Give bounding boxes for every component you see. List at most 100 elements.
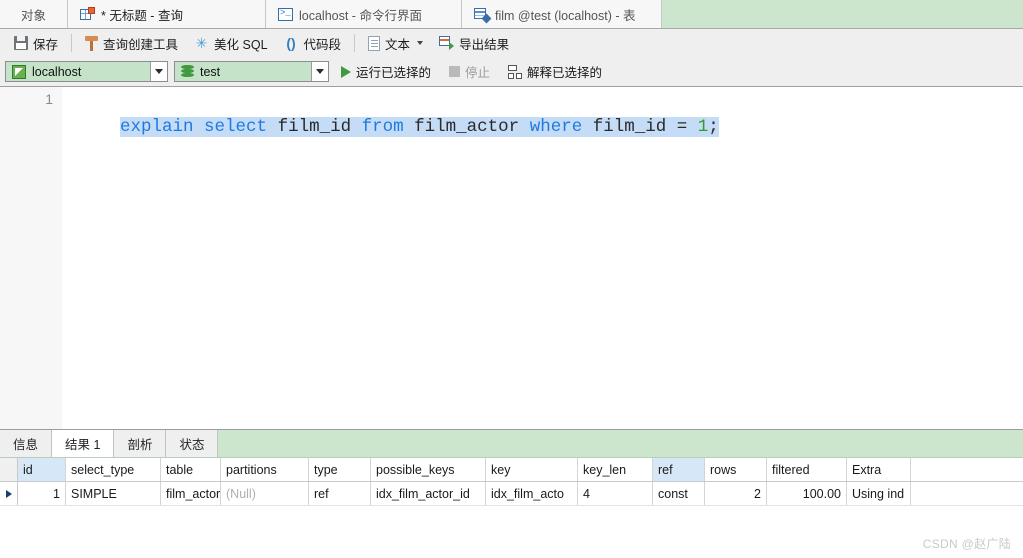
run-selected-button[interactable]: 运行已选择的	[335, 60, 437, 83]
tab-untitled-query[interactable]: * 无标题 - 查询	[68, 0, 266, 28]
result-tab-bar-empty-area	[218, 430, 1023, 457]
database-icon	[181, 64, 194, 79]
database-select[interactable]: test	[174, 61, 329, 82]
column-header-key[interactable]: key	[486, 458, 578, 481]
stop-label: 停止	[465, 66, 491, 80]
sql-token-12: film_id	[592, 117, 667, 137]
connection-select-arrow[interactable]	[150, 62, 167, 81]
sql-token-14: 1	[697, 117, 709, 137]
sql-token-9	[519, 117, 530, 137]
tab-film-table[interactable]: film @test (localhost) - 表	[462, 0, 662, 28]
tab-command-line-label: localhost - 命令行界面	[299, 8, 422, 23]
run-selected-label: 运行已选择的	[356, 66, 432, 80]
chevron-down-icon[interactable]	[417, 41, 424, 45]
row-selector[interactable]	[0, 482, 18, 505]
text-view-label: 文本	[385, 37, 411, 52]
tab-info[interactable]: 信息	[0, 430, 53, 457]
connection-select[interactable]: localhost	[5, 61, 168, 82]
editor-gutter: 1	[0, 87, 62, 429]
cell-table[interactable]: film_actor	[161, 482, 221, 505]
column-header-key_len[interactable]: key_len	[578, 458, 653, 481]
hammer-icon	[85, 35, 99, 51]
tab-result-1[interactable]: 结果 1	[52, 430, 115, 457]
result-grid-header-row: id select_type table partitions type possible…	[0, 458, 1023, 482]
table-row[interactable]: 1 SIMPLE film_actor (Null) ref idx_film_actor…	[0, 482, 1023, 506]
column-header-type[interactable]: type	[309, 458, 371, 481]
cell-filtered[interactable]: 100.00	[767, 482, 847, 505]
cell-key[interactable]: idx_film_acto	[486, 482, 578, 505]
explain-selected-label: 解释已选择的	[527, 66, 603, 80]
sql-editor[interactable]: 1 explain select film_id from film_actor…	[0, 86, 1023, 429]
sql-token-6: from	[361, 117, 404, 137]
text-view-button[interactable]: 文本	[360, 31, 431, 56]
result-grid[interactable]: id select_type table partitions type possible…	[0, 457, 1023, 506]
cell-possible_keys[interactable]: idx_film_actor_id	[371, 482, 486, 505]
tab-objects[interactable]: 对象	[0, 0, 68, 28]
tab-profile-label: 剖析	[127, 438, 153, 452]
tab-objects-label: 对象	[20, 8, 46, 23]
tab-profile[interactable]: 剖析	[114, 430, 167, 457]
null-value: (Null)	[226, 486, 256, 501]
explain-selected-button[interactable]: 解释已选择的	[502, 60, 608, 83]
play-icon	[341, 65, 351, 78]
column-header-id[interactable]: id	[18, 458, 66, 481]
current-row-arrow-icon	[5, 489, 12, 498]
table-edit-icon	[474, 7, 492, 24]
stop-button: 停止	[443, 60, 496, 83]
explain-plan-icon	[508, 64, 523, 79]
tab-status[interactable]: 状态	[166, 430, 219, 457]
column-header-rows[interactable]: rows	[705, 458, 767, 481]
parentheses-icon: ()	[286, 34, 296, 51]
tab-info-label: 信息	[13, 438, 39, 452]
column-header-ref[interactable]: ref	[653, 458, 705, 481]
export-icon	[439, 36, 455, 50]
save-button-label: 保存	[33, 37, 59, 52]
query-builder-button[interactable]: 查询创建工具	[77, 31, 186, 56]
sql-token-0: explain	[120, 117, 194, 137]
database-select-arrow[interactable]	[311, 62, 328, 81]
sql-token-11	[582, 117, 593, 137]
cell-ref[interactable]: const	[653, 482, 705, 505]
cell-Extra[interactable]: Using ind	[847, 482, 911, 505]
connection-icon	[12, 64, 26, 79]
column-header-table[interactable]: table	[161, 458, 221, 481]
cell-select_type[interactable]: SIMPLE	[66, 482, 161, 505]
cell-rows[interactable]: 2	[705, 482, 767, 505]
document-icon	[368, 35, 381, 51]
column-header-Extra[interactable]: Extra	[847, 458, 911, 481]
sql-statement-selection[interactable]: explain select film_id from film_actor w…	[120, 117, 719, 137]
export-result-label: 导出结果	[459, 37, 510, 52]
tab-command-line[interactable]: localhost - 命令行界面	[266, 0, 462, 28]
sql-token-7	[404, 117, 415, 137]
code-snippet-button[interactable]: () 代码段	[276, 31, 350, 56]
cell-type[interactable]: ref	[309, 482, 371, 505]
sql-code-area[interactable]: explain select film_id from film_actor w…	[78, 91, 1023, 163]
tab-bar-empty-area	[662, 0, 1023, 28]
column-header-possible_keys[interactable]: possible_keys	[371, 458, 486, 481]
line-number: 1	[45, 91, 53, 107]
connection-select-value: localhost	[32, 64, 82, 79]
sql-token-3	[267, 117, 278, 137]
sql-token-8: film_actor	[414, 117, 520, 137]
sql-token-4: film_id	[277, 117, 352, 137]
tab-status-label: 状态	[179, 438, 205, 452]
cell-id[interactable]: 1	[18, 482, 66, 505]
column-header-partitions[interactable]: partitions	[221, 458, 309, 481]
cell-key_len[interactable]: 4	[578, 482, 653, 505]
beautify-sql-button[interactable]: ✳ 美化 SQL	[186, 31, 276, 56]
export-result-button[interactable]: 导出结果	[431, 31, 517, 56]
sql-token-10: where	[529, 117, 583, 137]
window-tab-bar: 对象 * 无标题 - 查询 localhost - 命令行界面 film @te…	[0, 0, 1023, 29]
query-builder-label: 查询创建工具	[103, 37, 179, 52]
column-header-filtered[interactable]: filtered	[767, 458, 847, 481]
chevron-down-icon	[316, 69, 324, 74]
cell-partitions[interactable]: (Null)	[221, 482, 309, 505]
column-header-select_type[interactable]: select_type	[66, 458, 161, 481]
watermark: CSDN @赵广陆	[922, 537, 1011, 551]
sql-token-5	[351, 117, 362, 137]
save-button[interactable]: 保存	[6, 31, 66, 56]
database-select-value: test	[200, 64, 221, 79]
tab-untitled-query-label: * 无标题 - 查询	[101, 8, 183, 23]
stop-icon	[449, 66, 461, 77]
main-toolbar: 保存 查询创建工具 ✳ 美化 SQL () 代码段 文本 导出结果	[0, 29, 1023, 57]
